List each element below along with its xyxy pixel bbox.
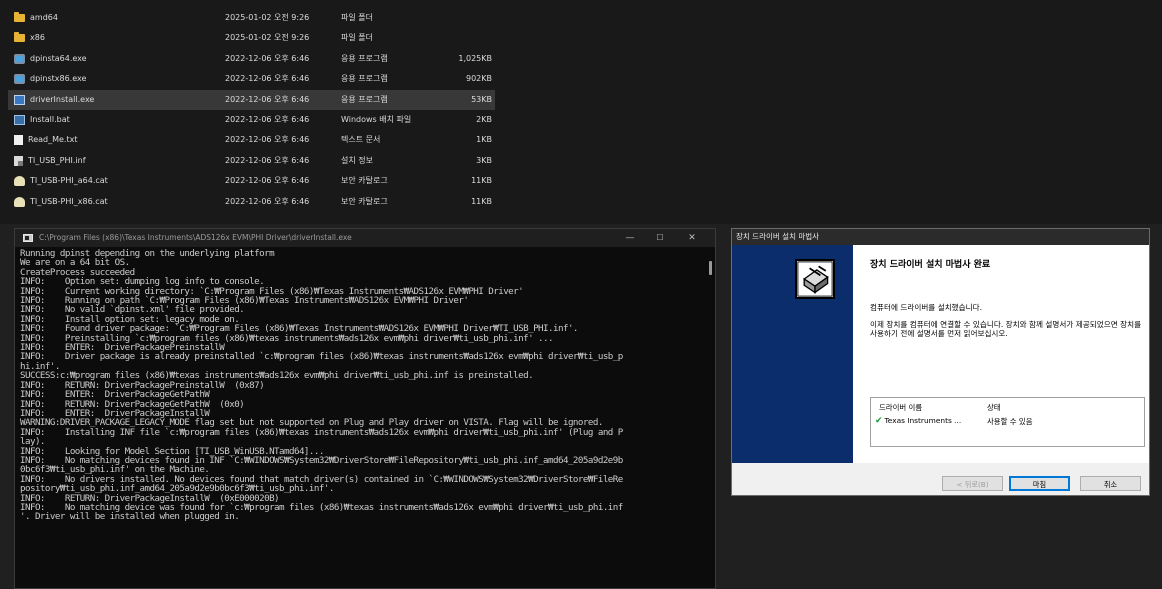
file-name: x86	[30, 33, 45, 43]
driver-row-status: 사용할 수 있음	[987, 417, 1033, 426]
file-type: 응용 프로그램	[341, 53, 388, 63]
col-status: 상태	[987, 403, 1001, 412]
wizard-instructions: 이제 장치를 컴퓨터에 연결할 수 있습니다. 장치와 함께 설명서가 제공되었…	[870, 320, 1142, 338]
file-row[interactable]: Read_Me.txt 2022-12-06 오후 6:46 텍스트 문서 1KB	[8, 130, 495, 150]
back-button[interactable]: < 뒤로(B)	[942, 476, 1003, 491]
file-name-cell: TI_USB-PHI_a64.cat	[14, 171, 108, 191]
file-name: driverInstall.exe	[30, 94, 95, 104]
file-name: Install.bat	[30, 115, 70, 124]
driver-install-wizard[interactable]: 장치 드라이버 설치 마법사 장치 드라이버 설치 마법사 완료 컴퓨터에 드라…	[731, 228, 1150, 496]
file-type: 응용 프로그램	[341, 94, 388, 104]
file-size: 11KB	[471, 196, 492, 206]
driver-box-icon	[795, 259, 835, 299]
file-row[interactable]: Install.bat 2022-12-06 오후 6:46 Windows 배치 …	[8, 110, 495, 130]
file-name: TI_USB-PHI_a64.cat	[30, 176, 108, 186]
file-type: 응용 프로그램	[341, 74, 388, 84]
console-line: '. Driver will be installed when plugged…	[20, 511, 240, 523]
file-row[interactable]: TI_USB_PHI.inf 2022-12-06 오후 6:46 설치 정보 3KB	[8, 151, 495, 171]
file-type: Windows 배치 파일	[341, 115, 412, 124]
wizard-content: 장치 드라이버 설치 마법사 완료 컴퓨터에 드라이버를 설치했습니다. 이제 …	[853, 245, 1149, 463]
file-date: 2022-12-06 오후 6:46	[225, 155, 310, 165]
file-name-cell: driverInstall.exe	[14, 90, 94, 110]
col-driver-name: 드라이버 이름	[879, 403, 923, 412]
file-type: 설치 정보	[341, 155, 373, 165]
file-name-cell: amd64	[14, 8, 58, 28]
wizard-heading: 장치 드라이버 설치 마법사 완료	[870, 260, 991, 270]
file-size: 1,025KB	[458, 53, 492, 63]
driver-table: 드라이버 이름 상태 ✔ Texas Instruments ... 사용할 수 …	[870, 397, 1145, 447]
file-name: amd64	[30, 13, 58, 22]
file-size: 3KB	[476, 155, 492, 165]
file-explorer-list: amd64 2025-01-02 오전 9:26 파일 폴더 x86 2025-01-0…	[0, 0, 1162, 224]
batch-file-icon	[14, 115, 25, 125]
file-name-cell: Read_Me.txt	[14, 130, 77, 150]
file-row[interactable]: dpinsta64.exe 2022-12-06 오후 6:46 응용 프로그램 1,…	[8, 49, 495, 69]
console-title: C:\Program Files (x86)\Texas Instruments…	[39, 233, 352, 242]
check-icon: ✔	[875, 416, 883, 426]
wizard-message: 컴퓨터에 드라이버를 설치했습니다.	[870, 303, 983, 312]
file-date: 2025-01-02 오전 9:26	[225, 13, 310, 22]
console-line: INFO: Driver package is already preinsta…	[20, 351, 623, 363]
file-row[interactable]: driverInstall.exe 2022-12-06 오후 6:46 응용 프로…	[8, 89, 495, 110]
file-type: 보안 카탈로그	[341, 196, 388, 206]
maximize-button[interactable]: ☐	[645, 229, 675, 247]
setup-info-icon	[14, 155, 23, 166]
file-name: Read_Me.txt	[28, 135, 78, 145]
file-size: 902KB	[465, 74, 492, 84]
setup-exe-icon	[14, 74, 25, 85]
file-type: 파일 폴더	[341, 33, 373, 43]
file-size: 1KB	[476, 135, 492, 145]
file-date: 2025-01-02 오전 9:26	[225, 33, 310, 43]
security-catalog-icon	[14, 196, 25, 207]
minimize-button[interactable]: —	[615, 229, 645, 247]
file-type: 텍스트 문서	[341, 135, 381, 145]
file-type: 보안 카탈로그	[341, 176, 388, 186]
close-button[interactable]: ✕	[677, 229, 707, 247]
driver-row-name: ✔ Texas Instruments ...	[875, 416, 961, 426]
console-line: INFO: Installing INF file `c:₩program fi…	[20, 426, 623, 438]
finish-button[interactable]: 마침	[1009, 476, 1070, 491]
console-window[interactable]: C:\Program Files (x86)\Texas Instruments…	[14, 228, 716, 589]
wizard-titlebar[interactable]: 장치 드라이버 설치 마법사	[732, 229, 1149, 245]
file-type: 파일 폴더	[341, 13, 373, 22]
file-date: 2022-12-06 오후 6:46	[225, 53, 310, 63]
file-name: TI_USB-PHI_x86.cat	[30, 196, 108, 206]
file-name-cell: x86	[14, 28, 45, 48]
folder-icon	[14, 12, 25, 22]
folder-icon	[14, 32, 25, 43]
text-file-icon	[14, 135, 23, 146]
file-size: 53KB	[471, 94, 492, 104]
file-row[interactable]: TI_USB-PHI_x86.cat 2022-12-06 오후 6:46 보안 카…	[8, 192, 495, 212]
security-catalog-icon	[14, 176, 25, 187]
file-name-cell: TI_USB_PHI.inf	[14, 151, 86, 171]
file-row[interactable]: dpinstx86.exe 2022-12-06 오후 6:46 응용 프로그램 90…	[8, 69, 495, 89]
cancel-button[interactable]: 취소	[1080, 476, 1141, 491]
file-date: 2022-12-06 오후 6:46	[225, 176, 310, 186]
file-date: 2022-12-06 오후 6:46	[225, 196, 310, 206]
file-name: dpinsta64.exe	[30, 53, 87, 63]
file-row[interactable]: x86 2025-01-02 오전 9:26 파일 폴더	[8, 28, 495, 48]
setup-exe-icon	[14, 53, 25, 64]
file-name-cell: Install.bat	[14, 110, 70, 130]
console-output: Running dpinst depending on the underlyi…	[20, 249, 703, 586]
wizard-banner	[732, 245, 853, 463]
console-scrollbar[interactable]	[709, 261, 712, 275]
file-name-cell: dpinsta64.exe	[14, 49, 87, 69]
file-row[interactable]: TI_USB-PHI_a64.cat 2022-12-06 오후 6:46 보안 카…	[8, 171, 495, 191]
file-date: 2022-12-06 오후 6:46	[225, 94, 310, 104]
console-titlebar[interactable]: C:\Program Files (x86)\Texas Instruments…	[15, 229, 715, 247]
file-date: 2022-12-06 오후 6:46	[225, 115, 310, 124]
application-icon	[14, 94, 25, 105]
file-date: 2022-12-06 오후 6:46	[225, 135, 310, 145]
driver-name: Texas Instruments ...	[884, 416, 962, 425]
file-name-cell: TI_USB-PHI_x86.cat	[14, 192, 108, 212]
file-name-cell: dpinstx86.exe	[14, 69, 86, 89]
file-size: 11KB	[471, 176, 492, 186]
file-row[interactable]: amd64 2025-01-02 오전 9:26 파일 폴더	[8, 8, 495, 28]
file-name: dpinstx86.exe	[30, 74, 87, 84]
file-date: 2022-12-06 오후 6:46	[225, 74, 310, 84]
file-name: TI_USB_PHI.inf	[28, 155, 86, 165]
file-size: 2KB	[476, 115, 492, 124]
console-app-icon	[23, 234, 33, 242]
